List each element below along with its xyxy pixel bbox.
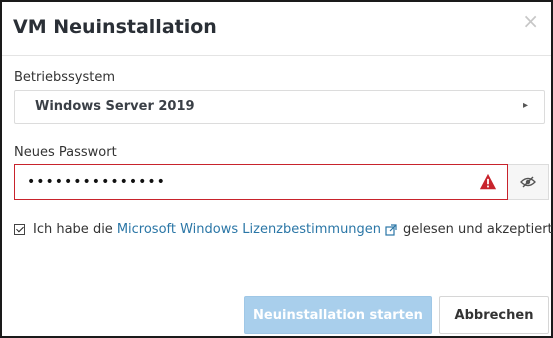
external-link-icon[interactable] — [385, 223, 397, 236]
password-input[interactable]: ••••••••••••••• — [14, 164, 508, 200]
password-value: ••••••••••••••• — [27, 174, 166, 190]
license-prefix: Ich habe die — [33, 222, 113, 237]
start-reinstall-button[interactable]: Neuinstallation starten — [244, 296, 432, 334]
license-link[interactable]: Microsoft Windows Lizenzbestimmungen — [117, 222, 381, 237]
os-selected-value: Windows Server 2019 — [35, 99, 195, 114]
dialog-title: VM Neuinstallation — [13, 16, 217, 38]
warning-icon — [479, 173, 497, 190]
license-checkbox[interactable] — [14, 224, 25, 235]
chevron-right-icon: ▸ — [522, 100, 528, 111]
os-label: Betriebssystem — [14, 70, 115, 85]
cancel-button[interactable]: Abbrechen — [439, 296, 549, 334]
reinstall-dialog: VM Neuinstallation × Betriebssystem Wind… — [0, 0, 553, 338]
license-agreement: Ich habe die Microsoft Windows Lizenzbes… — [14, 222, 553, 237]
os-select[interactable]: Windows Server 2019 ▸ — [14, 90, 545, 124]
password-label: Neues Passwort — [14, 145, 117, 160]
toggle-password-visibility-button[interactable] — [508, 164, 549, 200]
eye-slash-icon — [520, 176, 536, 188]
license-suffix: gelesen und akzeptiert. — [403, 222, 553, 237]
header-divider — [2, 55, 551, 56]
close-icon[interactable]: × — [522, 10, 539, 32]
